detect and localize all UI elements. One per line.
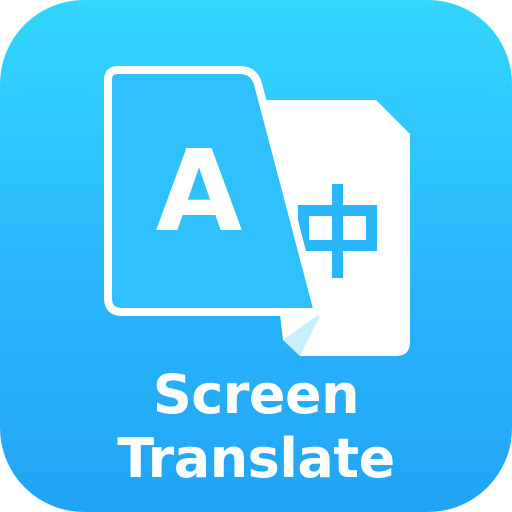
app-name-line2: Translate: [117, 427, 395, 490]
app-name-line1: Screen: [152, 363, 360, 426]
app-icon-tile: A Screen Translate: [0, 0, 512, 512]
latin-glyph-icon: A: [156, 127, 243, 257]
